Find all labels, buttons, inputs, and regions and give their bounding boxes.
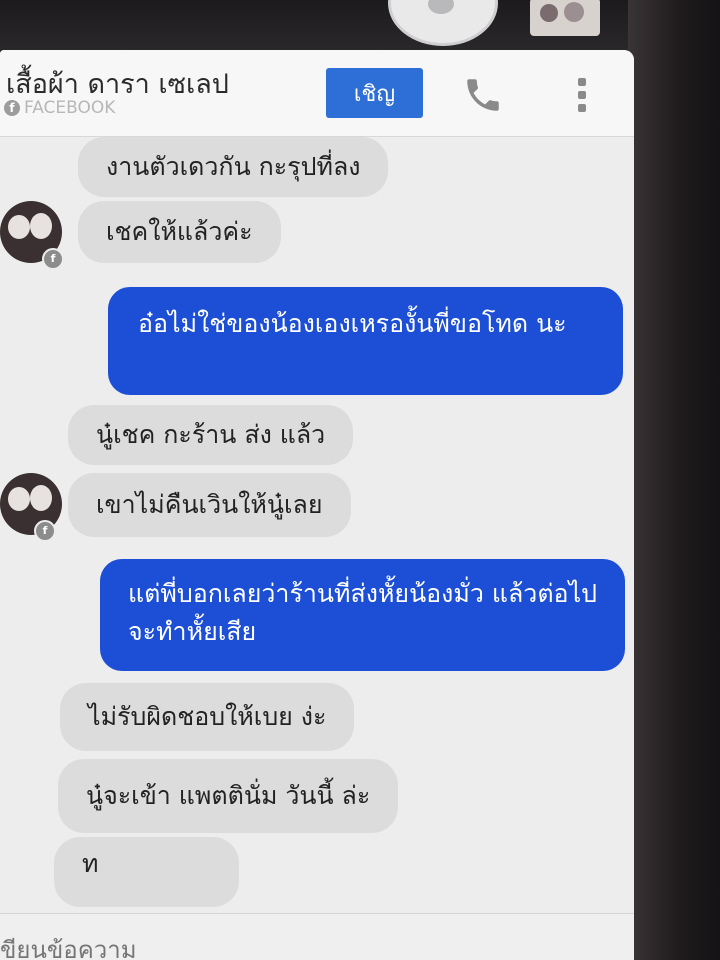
message-bubble-outgoing: แต่พี่บอกเลยว่าร้านที่ส่งหั้ยน้องมั่ว แล… [100, 559, 625, 671]
device-bezel [628, 0, 720, 960]
conversation-source: f FACEBOOK [4, 98, 115, 118]
chat-header: เสื้อผ้า ดารา เซเลป f FACEBOOK เชิญ [0, 50, 634, 137]
invite-button[interactable]: เชิญ [326, 68, 423, 118]
messenger-badge-icon: f [42, 248, 64, 270]
message-composer [0, 913, 634, 960]
chat-window: เสื้อผ้า ดารา เซเลป f FACEBOOK เชิญ งานต… [0, 50, 634, 960]
message-bubble-incoming: งานตัวเดวกัน กะรุปที่ลง [78, 137, 389, 197]
message-bubble-outgoing: อ๋อไม่ใช่ของน้องเองเหรองั้นพี่ขอโทด นะ [108, 287, 623, 395]
source-label: FACEBOOK [24, 98, 116, 118]
contact-thumbnail[interactable] [530, 0, 600, 36]
message-list: งานตัวเดวกัน กะรุปที่ลง f เชคให้แล้วค่ะ … [0, 137, 634, 907]
message-bubble-incoming: ท [54, 837, 239, 907]
message-bubble-incoming: ไม่รับผิดชอบให้เบย ง่ะ [60, 683, 355, 751]
message-bubble-incoming: เขาไม่คืนเวินให้นู๋เลย [68, 473, 351, 537]
messenger-badge-icon: f [34, 520, 56, 542]
phone-icon[interactable] [462, 74, 504, 116]
facebook-icon: f [4, 100, 20, 116]
message-bubble-incoming: เชคให้แล้วค่ะ [78, 201, 281, 263]
message-bubble-incoming: นู๋เชค กะร้าน ส่ง แล้ว [68, 405, 354, 465]
message-input[interactable] [0, 914, 600, 960]
more-vertical-icon[interactable] [572, 78, 592, 118]
message-bubble-incoming: นู๋จะเข้า แพตตินั่ม วันนี้ ล่ะ [58, 759, 399, 833]
